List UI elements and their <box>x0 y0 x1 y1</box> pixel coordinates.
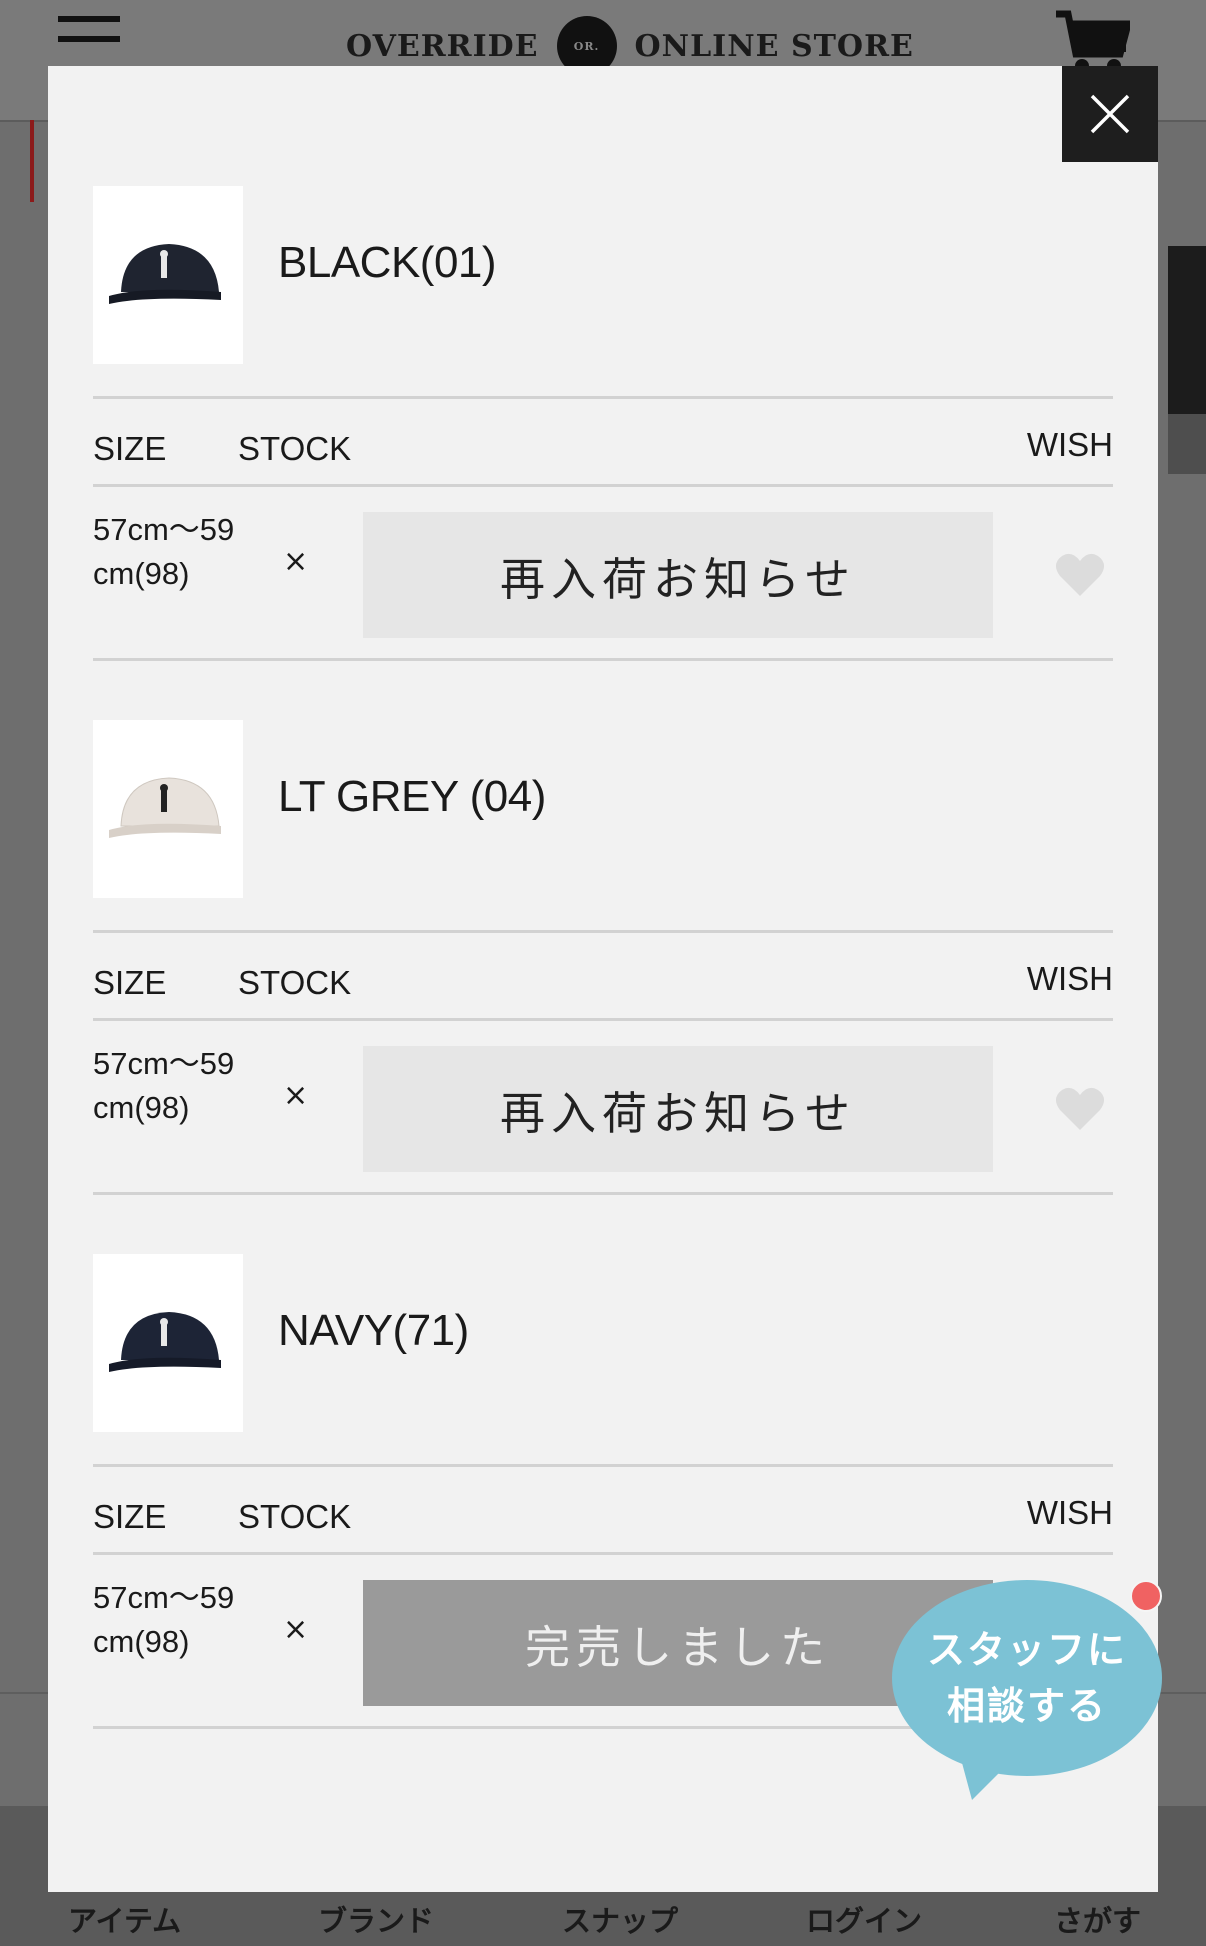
variant-color-name: BLACK(01) <box>278 238 497 287</box>
cap-image <box>109 1312 221 1372</box>
staff-chat-button[interactable]: スタッフに 相談する <box>892 1580 1162 1800</box>
nav-item-snap[interactable]: スナップ <box>562 1898 678 1940</box>
nav-item-search[interactable]: さがす <box>1054 1898 1141 1940</box>
column-stock: STOCK <box>238 964 352 1001</box>
column-size: SIZE <box>93 1498 167 1535</box>
chat-bubble: スタッフに 相談する <box>892 1580 1162 1776</box>
column-size: SIZE <box>93 964 167 1001</box>
restock-notify-button[interactable]: 再入荷お知らせ <box>363 512 993 638</box>
column-stock: STOCK <box>238 1498 352 1535</box>
column-size: SIZE <box>93 430 167 467</box>
divider <box>93 1018 1113 1021</box>
column-wish: WISH <box>1026 426 1113 463</box>
divider <box>93 1192 1113 1195</box>
column-stock: STOCK <box>238 430 352 467</box>
cap-image <box>109 244 221 304</box>
divider <box>93 1552 1113 1555</box>
product-thumbnail[interactable] <box>93 186 243 364</box>
variant-color-name: LT GREY (04) <box>278 772 546 821</box>
stock-status: × <box>283 1612 309 1647</box>
size-value: 57cm〜59cm(98) <box>93 1046 235 1125</box>
nav-item-login[interactable]: ログイン <box>806 1898 922 1940</box>
column-wish: WISH <box>1026 960 1113 997</box>
product-thumbnail[interactable] <box>93 1254 243 1432</box>
column-wish: WISH <box>1026 1494 1113 1531</box>
notification-dot <box>1130 1580 1162 1612</box>
divider <box>93 396 1113 399</box>
size-value: 57cm〜59cm(98) <box>93 1580 235 1659</box>
heart-icon[interactable] <box>1055 1086 1105 1132</box>
heart-icon[interactable] <box>1055 552 1105 598</box>
bottom-nav: アイテム ブランド スナップ ログイン さがす <box>0 1898 1206 1946</box>
chat-label-line1: スタッフに <box>926 1628 1127 1672</box>
stock-status: × <box>283 544 309 579</box>
nav-item-brands[interactable]: ブランド <box>318 1898 434 1940</box>
divider <box>93 658 1113 661</box>
divider <box>93 1464 1113 1467</box>
cap-image <box>109 777 221 838</box>
product-thumbnail[interactable] <box>93 720 243 898</box>
chat-label-line2: 相談する <box>946 1684 1107 1728</box>
restock-notify-button[interactable]: 再入荷お知らせ <box>363 1046 993 1172</box>
divider <box>93 930 1113 933</box>
menu-icon[interactable] <box>58 16 120 48</box>
background-banner <box>1168 246 1206 414</box>
variant-color-name: NAVY(71) <box>278 1306 469 1355</box>
logo-text-left: OVERRIDE <box>346 28 539 64</box>
background-banner-shadow <box>1168 414 1206 474</box>
logo-text-right: ONLINE STORE <box>634 28 914 64</box>
divider <box>93 484 1113 487</box>
nav-item-items[interactable]: アイテム <box>68 1898 181 1940</box>
chat-bubble-tail <box>958 1748 1024 1800</box>
close-icon <box>1090 94 1130 134</box>
stock-status: × <box>283 1078 309 1113</box>
size-value: 57cm〜59cm(98) <box>93 512 235 591</box>
close-button[interactable] <box>1062 66 1158 162</box>
